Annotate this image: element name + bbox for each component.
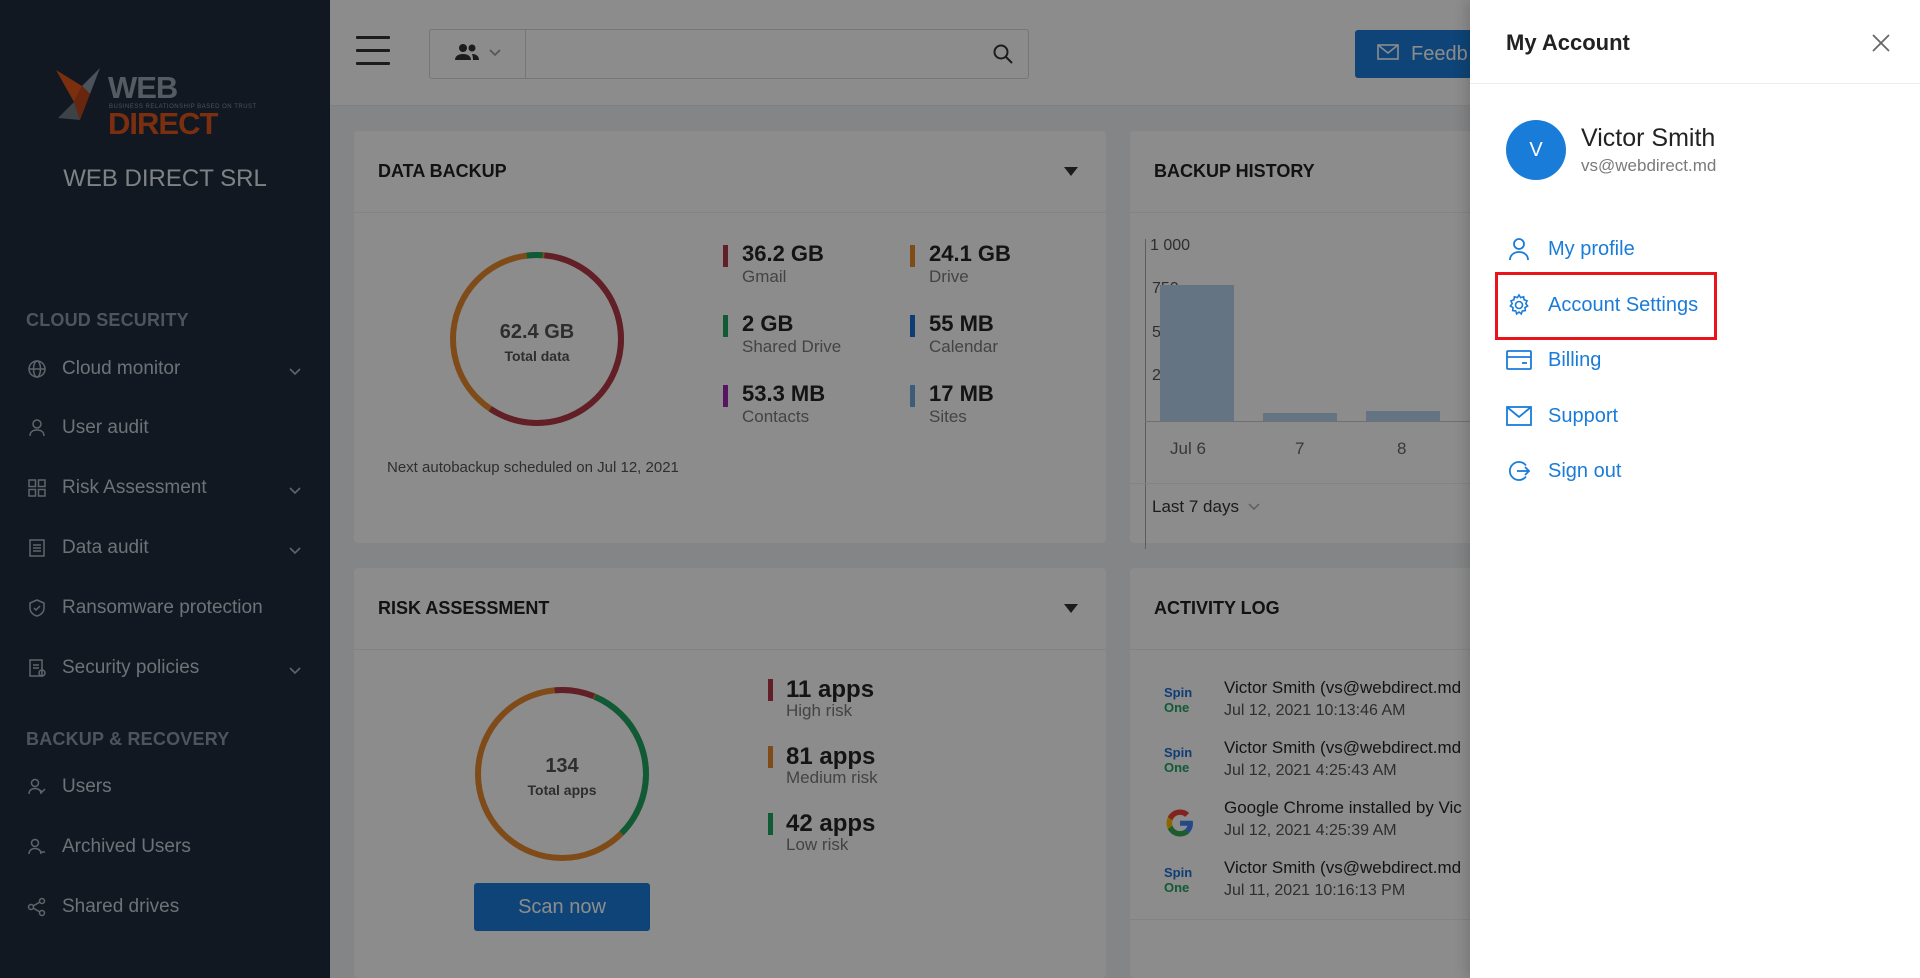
account-drawer: My Account V Victor Smith vs@webdirect.m… <box>1470 0 1920 978</box>
menu-item-support[interactable]: Support <box>1506 398 1618 434</box>
highlight-box <box>1495 272 1717 340</box>
drawer-title: My Account <box>1506 30 1630 55</box>
mail-icon <box>1506 403 1532 429</box>
user-icon <box>1506 236 1532 262</box>
close-icon[interactable] <box>1870 32 1892 54</box>
menu-item-my-profile[interactable]: My profile <box>1506 231 1635 267</box>
credit-card-icon <box>1506 347 1532 373</box>
avatar: V <box>1506 120 1566 180</box>
drawer-header: My Account <box>1470 0 1920 84</box>
user-name: Victor Smith <box>1581 124 1716 152</box>
menu-item-billing[interactable]: Billing <box>1506 342 1601 378</box>
sign-out-icon <box>1506 458 1532 484</box>
modal-backdrop[interactable] <box>0 0 1470 978</box>
menu-item-sign-out[interactable]: Sign out <box>1506 453 1621 489</box>
user-email: vs@webdirect.md <box>1581 156 1717 175</box>
